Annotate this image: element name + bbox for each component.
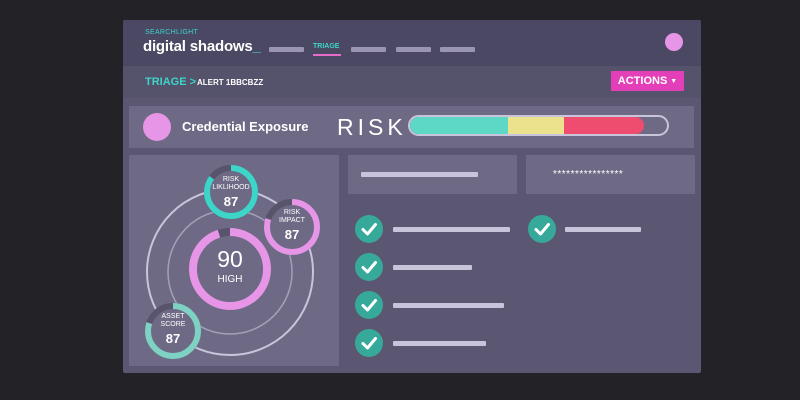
nav-item-placeholder-2[interactable]: [351, 47, 386, 52]
top-navbar: SEARCHLIGHT digital shadows_ TRIAGE: [123, 20, 701, 66]
risk-progress-bar: [408, 115, 669, 136]
avatar[interactable]: [665, 33, 683, 51]
main-score-label: HIGH: [217, 274, 243, 285]
breadcrumb-triage-link[interactable]: TRIAGE >: [145, 76, 196, 88]
nav-item-placeholder-4[interactable]: [440, 47, 475, 52]
check-icon: [355, 291, 383, 319]
breadcrumb-alert-id: ALERT 1BBCBZZ: [197, 78, 264, 87]
brand-cursor: _: [252, 38, 261, 55]
check-item-text-2: [565, 227, 641, 232]
main-score-value: 90: [217, 246, 243, 272]
risk-segment-high: [564, 117, 644, 134]
asset-label-line2: SCORE: [160, 321, 186, 328]
likelihood-label-line1: RISK: [222, 176, 240, 183]
password-field[interactable]: ****************: [526, 155, 695, 194]
check-icon: [355, 215, 383, 243]
chevron-down-icon: ▼: [670, 77, 678, 85]
asset-label-line1: ASSET: [161, 313, 185, 320]
brand-logo[interactable]: digital shadows_: [143, 38, 261, 55]
nav-active-indicator: [313, 54, 341, 56]
breadcrumb: TRIAGE > ALERT 1BBCBZZ ACTIONS ▼: [123, 66, 701, 98]
asset-score-value: 87: [165, 331, 181, 346]
check-icon: [355, 329, 383, 357]
impact-label-line1: RISK: [283, 209, 301, 216]
risk-segment-low: [410, 117, 508, 134]
brand-name: digital shadows: [143, 38, 253, 55]
nav-item-placeholder-1[interactable]: [269, 47, 304, 52]
nav-item-triage[interactable]: TRIAGE: [313, 43, 339, 50]
risk-segment-medium: [507, 117, 565, 134]
impact-label-line2: IMPACT: [279, 217, 305, 224]
app-window: SEARCHLIGHT digital shadows_ TRIAGE TRIA…: [123, 20, 701, 373]
actions-label: ACTIONS: [617, 75, 668, 87]
risk-banner: Credential Exposure RISK: [129, 106, 694, 148]
check-icon: [528, 215, 556, 243]
check-icon: [355, 253, 383, 281]
likelihood-label-line2: LIKLIHOOD: [212, 184, 250, 191]
likelihood-score-value: 87: [223, 194, 239, 209]
brand-tagline: SEARCHLIGHT: [145, 29, 199, 36]
alert-type-icon: [143, 113, 171, 141]
risk-scores-panel: 90 HIGH RISK LIKLIHOOD 87 RISK IMPACT 87…: [129, 155, 339, 366]
impact-score-value: 87: [284, 227, 300, 242]
username-placeholder: [361, 172, 478, 177]
alert-type-label: Credential Exposure: [182, 119, 309, 134]
check-item-text-3: [393, 265, 472, 270]
actions-button[interactable]: ACTIONS ▼: [611, 71, 684, 91]
check-item-text-5: [393, 341, 486, 346]
check-item-text-4: [393, 303, 504, 308]
check-item-text-1: [393, 227, 510, 232]
username-field[interactable]: [348, 155, 517, 194]
password-mask: ****************: [553, 169, 624, 180]
risk-heading: RISK: [337, 114, 407, 140]
nav-item-placeholder-3[interactable]: [396, 47, 431, 52]
